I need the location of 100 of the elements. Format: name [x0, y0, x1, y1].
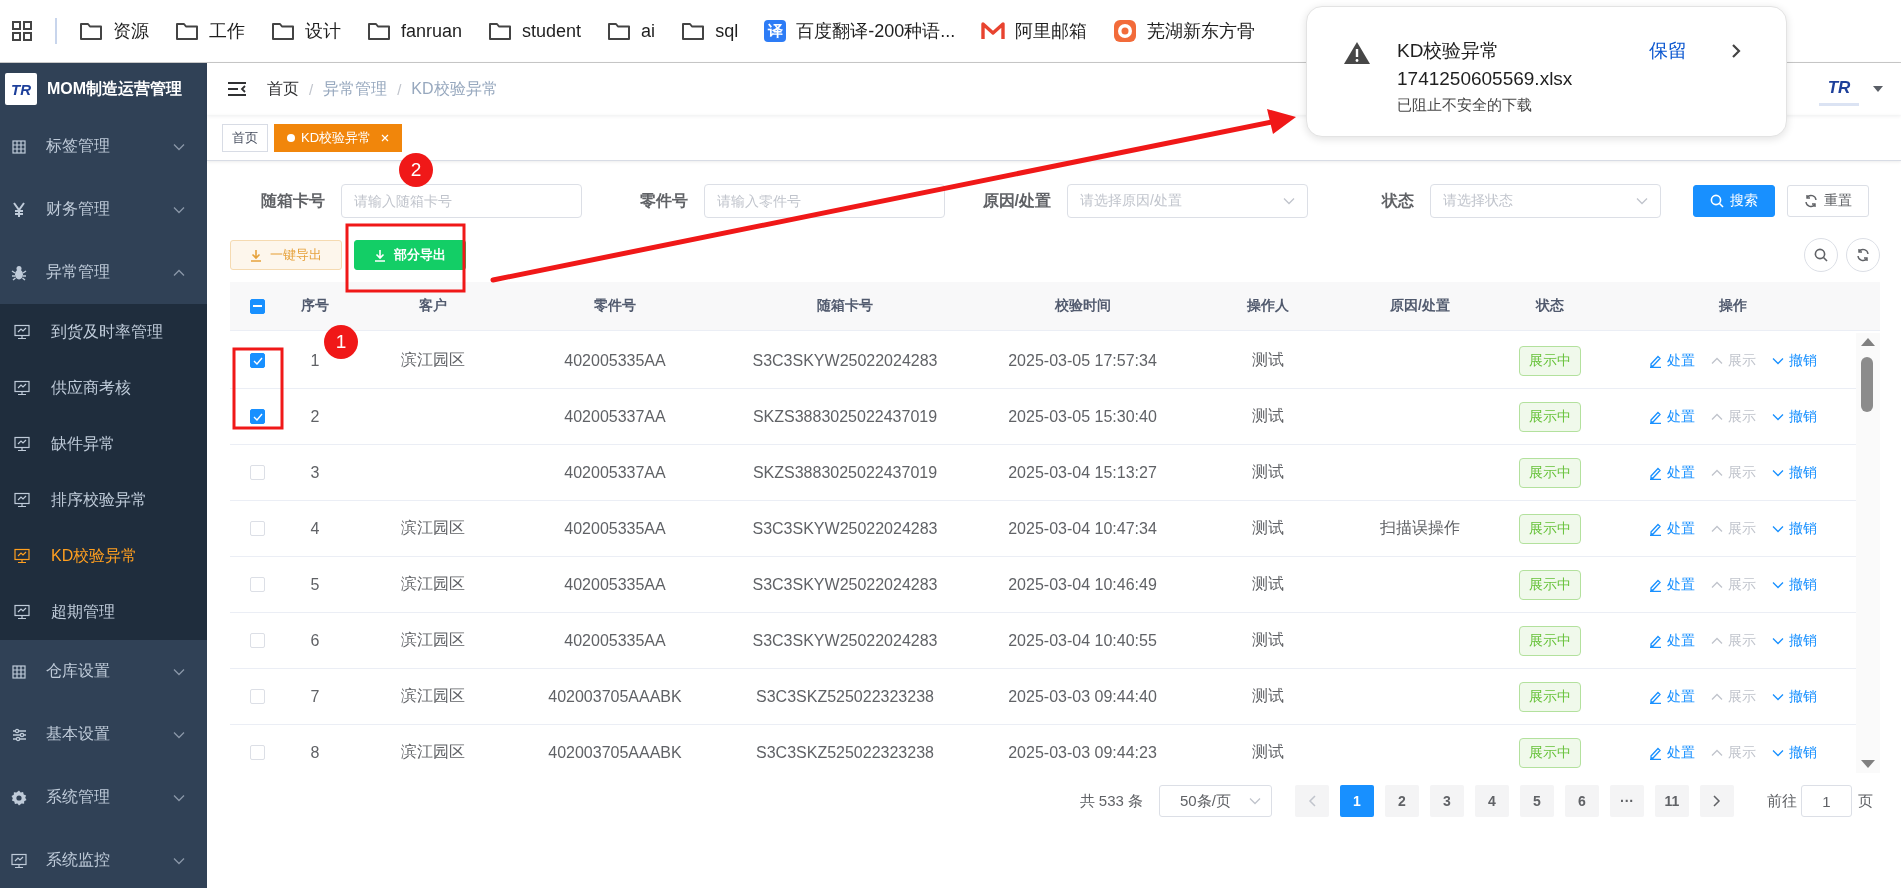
page-input[interactable]: 1 [1801, 785, 1852, 817]
checkbox[interactable] [250, 298, 265, 314]
input-field[interactable]: 请输入随箱卡号 [341, 184, 582, 218]
bookmark[interactable]: 工作 [175, 19, 245, 43]
chevron-up-icon [1711, 356, 1723, 365]
pencil-icon [1649, 577, 1662, 592]
action-link[interactable]: 撤销 [1772, 463, 1817, 482]
menu-item[interactable]: 标签管理 [0, 115, 207, 178]
action-link[interactable]: 处置 [1649, 519, 1695, 538]
bookmark[interactable]: 设计 [271, 19, 341, 43]
input-field[interactable]: 请输入零件号 [704, 184, 945, 218]
page-button[interactable]: 6 [1565, 785, 1599, 817]
action-link[interactable]: 撤销 [1772, 743, 1817, 762]
menu-item[interactable]: 仓库设置 [0, 640, 207, 703]
field-label: 原因/处置 [981, 190, 1051, 211]
table-cell-text: 测试 [1250, 742, 1285, 762]
menu-item[interactable]: 异常管理 [0, 241, 207, 304]
chevron-down-icon [1772, 412, 1784, 421]
submenu-item[interactable]: 排序校验异常 [0, 472, 207, 528]
submenu-item[interactable]: 到货及时率管理 [0, 304, 207, 360]
reset-button[interactable]: 重置 [1787, 185, 1869, 217]
submenu-item[interactable]: 供应商考核 [0, 360, 207, 416]
action-link[interactable]: 处置 [1649, 687, 1695, 706]
page-size-select[interactable]: 50条/页 [1159, 785, 1272, 817]
page-button[interactable]: 11 [1655, 785, 1689, 817]
caret-icon[interactable] [1873, 86, 1883, 92]
action-link[interactable]: 撤销 [1772, 631, 1817, 650]
table-cell-text: 测试 [1250, 574, 1285, 594]
pencil-icon [1649, 633, 1662, 648]
status-tag: 展示中 [1519, 569, 1581, 600]
page-button[interactable]: 1 [1340, 785, 1374, 817]
table-icon [10, 139, 28, 154]
menu-item[interactable]: 财务管理 [0, 178, 207, 241]
submenu-item[interactable]: 缺件异常 [0, 416, 207, 472]
menu-icon[interactable] [227, 81, 247, 97]
action-link[interactable]: 处置 [1649, 631, 1695, 650]
menu-label: 系统监控 [46, 850, 111, 870]
page-button[interactable]: 3 [1430, 785, 1464, 817]
action-link[interactable]: 处置 [1649, 575, 1695, 594]
menu-item[interactable]: 系统监控 [0, 829, 207, 888]
chevron-right-icon [1713, 795, 1721, 807]
menu-item[interactable]: 基本设置 [0, 703, 207, 766]
search-button[interactable] [1804, 238, 1838, 272]
table-cell-text: 402005337AA [563, 463, 667, 482]
next-page-button[interactable] [1700, 785, 1734, 817]
scrollbar[interactable] [1856, 333, 1880, 773]
scroll-up-icon[interactable] [1860, 337, 1876, 347]
action-link[interactable]: 撤销 [1772, 575, 1817, 594]
mail-icon [981, 22, 1006, 40]
keep-link[interactable]: 保留 [1649, 37, 1687, 65]
chevron-right-icon[interactable] [1731, 43, 1741, 59]
scroll-down-icon[interactable] [1860, 759, 1876, 769]
search-icon [1710, 194, 1724, 208]
chevron-down-icon [1772, 580, 1784, 589]
bookmark[interactable]: ai [607, 20, 656, 42]
search-button[interactable]: 搜索 [1693, 185, 1775, 217]
checkbox[interactable] [250, 409, 265, 424]
page-button[interactable]: 5 [1520, 785, 1554, 817]
action-link[interactable]: 处置 [1649, 407, 1695, 426]
chevron-up-icon [1711, 412, 1723, 421]
submenu-item[interactable]: 超期管理 [0, 584, 207, 640]
action-link[interactable]: 撤销 [1772, 407, 1817, 426]
bookmark[interactable]: 译 百度翻译-200种语... [764, 19, 956, 43]
action-link[interactable]: 处置 [1649, 463, 1695, 482]
menu-item[interactable]: 系统管理 [0, 766, 207, 829]
refresh-icon [1856, 248, 1870, 262]
refresh-button[interactable] [1846, 238, 1880, 272]
scroll-thumb[interactable] [1861, 357, 1873, 412]
apps-icon[interactable] [11, 20, 33, 42]
site-icon: 译 [764, 20, 787, 42]
page-tab[interactable]: 首页 [222, 123, 268, 152]
chevron-down-icon [1772, 356, 1784, 365]
bookmark[interactable]: student [488, 20, 582, 42]
page-button[interactable]: 2 [1385, 785, 1419, 817]
status-tag: 展示中 [1519, 681, 1581, 712]
bookmark[interactable]: sql [681, 20, 739, 42]
table-cell-text: 滨江园区 [399, 742, 466, 762]
action-link[interactable]: 撤销 [1772, 687, 1817, 706]
page-button[interactable]: ··· [1610, 785, 1644, 817]
bookmark[interactable]: 阿里邮箱 [981, 19, 1088, 43]
table-cell-text: 2025-03-04 15:13:27 [1007, 463, 1158, 482]
bookmark[interactable]: 芜湖新东方骨 [1113, 19, 1256, 43]
bookmark[interactable]: 资源 [79, 19, 149, 43]
bookmark[interactable]: fanruan [367, 20, 463, 42]
action-link[interactable]: 处置 [1649, 351, 1695, 370]
table-cell-text: 测试 [1250, 462, 1285, 482]
chevron-up-icon [1711, 636, 1723, 645]
gear-icon [10, 789, 28, 806]
table-cell-text: 测试 [1250, 630, 1285, 650]
close-icon[interactable] [381, 133, 390, 142]
submenu-item[interactable]: KD校验异常 [0, 528, 207, 584]
chevron-down-icon [1283, 197, 1295, 205]
monitor-icon [14, 436, 30, 452]
action-link[interactable]: 撤销 [1772, 351, 1817, 370]
page-button[interactable]: 4 [1475, 785, 1509, 817]
action-link[interactable]: 处置 [1649, 743, 1695, 762]
action-link[interactable]: 撤销 [1772, 519, 1817, 538]
table-cell-text: S3C3SKYW25022024283 [751, 575, 939, 594]
breadcrumb-item[interactable]: 首页 [267, 78, 299, 100]
checkbox[interactable] [250, 353, 265, 368]
